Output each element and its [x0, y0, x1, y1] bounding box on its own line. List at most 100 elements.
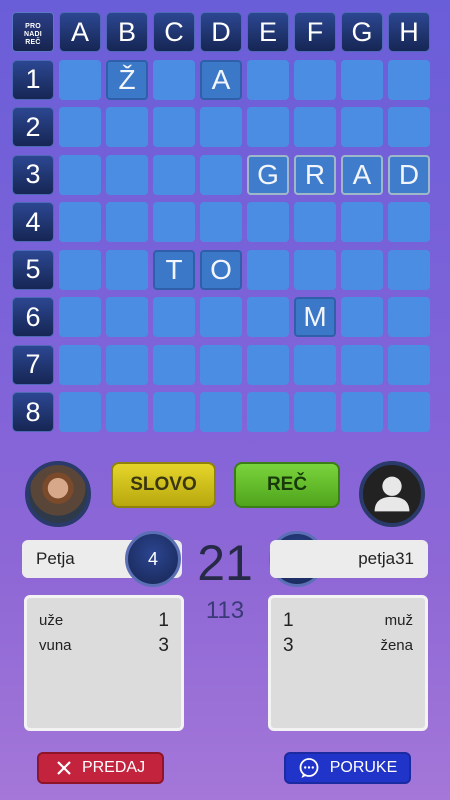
- logo-line-1: PRO: [25, 23, 41, 30]
- board-cell[interactable]: [341, 59, 383, 100]
- letter-tile[interactable]: A: [200, 59, 242, 100]
- board-cell[interactable]: [247, 249, 289, 290]
- letter-tile[interactable]: D: [388, 154, 430, 195]
- board-cell[interactable]: [106, 154, 148, 195]
- word-text: uže: [39, 612, 64, 629]
- board-cell[interactable]: [294, 249, 336, 290]
- board-cell[interactable]: [294, 59, 336, 100]
- word-points: 1: [158, 609, 169, 631]
- board-cell[interactable]: [106, 107, 148, 147]
- board-cell[interactable]: [388, 59, 430, 100]
- column-header-c: C: [153, 12, 195, 52]
- turn-timer: 21: [197, 535, 253, 591]
- letter-tile[interactable]: R: [294, 154, 336, 195]
- row-header-6: 6: [12, 297, 54, 337]
- word-text: žena: [380, 637, 413, 654]
- board-cell[interactable]: [153, 154, 195, 195]
- letter-tile[interactable]: G: [247, 154, 289, 195]
- column-header-g: G: [341, 12, 383, 52]
- board-cell[interactable]: [200, 202, 242, 242]
- board-cell[interactable]: [200, 297, 242, 337]
- word-points: 3: [283, 634, 294, 656]
- opponent-avatar: [359, 461, 425, 527]
- board-cell[interactable]: [341, 392, 383, 432]
- board-cell[interactable]: [59, 249, 101, 290]
- word-list-left: uže 1 vuna 3: [24, 595, 184, 731]
- board-cell[interactable]: [153, 59, 195, 100]
- board-cell[interactable]: [294, 392, 336, 432]
- letter-tile[interactable]: T: [153, 249, 195, 290]
- board-cell[interactable]: [388, 202, 430, 242]
- board-cell[interactable]: [388, 344, 430, 385]
- poruke-label: PORUKE: [329, 759, 398, 776]
- board-cell[interactable]: [200, 344, 242, 385]
- rec-button[interactable]: REČ: [234, 462, 340, 508]
- board-cell[interactable]: [341, 344, 383, 385]
- board-cell[interactable]: [341, 107, 383, 147]
- board-cell[interactable]: [341, 202, 383, 242]
- game-logo: PRO NADI REČ: [12, 12, 54, 52]
- board-cell[interactable]: [247, 59, 289, 100]
- letters-remaining: 113: [205, 597, 245, 624]
- board-cell[interactable]: [247, 202, 289, 242]
- board-cell[interactable]: [106, 297, 148, 337]
- board-cell[interactable]: [106, 202, 148, 242]
- letter-tile[interactable]: O: [200, 249, 242, 290]
- board-cell[interactable]: [106, 344, 148, 385]
- letter-tile[interactable]: Ž: [106, 59, 148, 100]
- poruke-button[interactable]: PORUKE: [284, 752, 411, 784]
- board-cell[interactable]: [247, 344, 289, 385]
- board-cell[interactable]: [200, 392, 242, 432]
- word-text: vuna: [39, 637, 72, 654]
- board-cell[interactable]: [388, 249, 430, 290]
- board-cell[interactable]: [153, 107, 195, 147]
- chat-icon: [299, 758, 319, 778]
- board-cell[interactable]: [153, 344, 195, 385]
- board-cell[interactable]: [59, 154, 101, 195]
- board-cell[interactable]: [294, 202, 336, 242]
- board-cell[interactable]: [388, 107, 430, 147]
- row-header-7: 7: [12, 344, 54, 385]
- board-cell[interactable]: [59, 202, 101, 242]
- board-cell[interactable]: [153, 297, 195, 337]
- board-cell[interactable]: [59, 297, 101, 337]
- board-cell[interactable]: [341, 249, 383, 290]
- letter-tile[interactable]: M: [294, 297, 336, 337]
- list-item: vuna 3: [39, 633, 169, 658]
- board-cell[interactable]: [59, 392, 101, 432]
- player-name-right: petja31: [270, 540, 428, 578]
- board-cell[interactable]: [59, 59, 101, 100]
- player-avatar-left: [25, 461, 91, 527]
- predaj-button[interactable]: PREDAJ: [37, 752, 164, 784]
- board-cell[interactable]: [388, 392, 430, 432]
- board-cell[interactable]: [294, 107, 336, 147]
- board-cell[interactable]: [59, 344, 101, 385]
- row-header-4: 4: [12, 202, 54, 242]
- board-cell[interactable]: [106, 392, 148, 432]
- column-header-d: D: [200, 12, 242, 52]
- row-header-8: 8: [12, 392, 54, 432]
- column-header-f: F: [294, 12, 336, 52]
- logo-line-2: NADI: [24, 31, 42, 38]
- board-cell[interactable]: [200, 107, 242, 147]
- logo-line-3: REČ: [25, 39, 41, 46]
- board-cell[interactable]: [341, 297, 383, 337]
- row-header-5: 5: [12, 249, 54, 290]
- board-cell[interactable]: [294, 344, 336, 385]
- board-cell[interactable]: [106, 249, 148, 290]
- close-icon: [57, 761, 71, 775]
- board-cell[interactable]: [200, 154, 242, 195]
- board-cell[interactable]: [247, 392, 289, 432]
- column-header-a: A: [59, 12, 101, 52]
- board-cell[interactable]: [153, 202, 195, 242]
- board-cell[interactable]: [59, 107, 101, 147]
- board-cell[interactable]: [247, 297, 289, 337]
- letter-tile[interactable]: A: [341, 154, 383, 195]
- row-header-3: 3: [12, 154, 54, 195]
- slovo-button[interactable]: SLOVO: [111, 462, 216, 508]
- board-cell[interactable]: [247, 107, 289, 147]
- board-cell[interactable]: [388, 297, 430, 337]
- board-cell[interactable]: [153, 392, 195, 432]
- column-header-e: E: [247, 12, 289, 52]
- word-list-right: 1 muž 3 žena: [268, 595, 428, 731]
